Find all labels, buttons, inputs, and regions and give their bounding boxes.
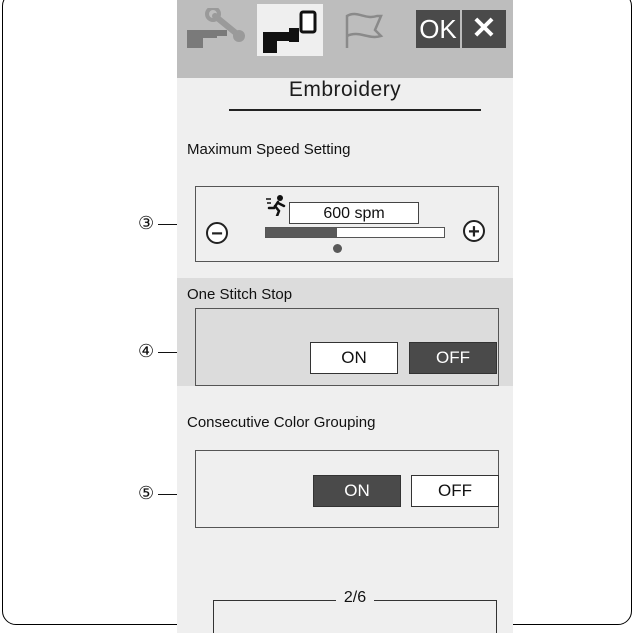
- running-man-icon: [266, 195, 286, 216]
- flag-icon: [345, 12, 384, 48]
- speed-slider-track[interactable]: [265, 227, 445, 238]
- ok-button[interactable]: OK: [416, 10, 460, 48]
- color-grouping-off-button[interactable]: OFF: [411, 475, 499, 507]
- pager-number-wrap: 2/6: [214, 589, 496, 607]
- embroidery-tab[interactable]: [257, 4, 323, 56]
- speed-slider-fill: [266, 228, 338, 237]
- page-indicator: 2/6: [335, 589, 375, 606]
- speed-value-display: 600 spm: [289, 202, 419, 224]
- settings-tab[interactable]: [185, 8, 251, 50]
- speed-slider-knob[interactable]: [332, 244, 342, 253]
- callout-4: ④: [138, 341, 155, 361]
- language-tab[interactable]: [331, 8, 395, 50]
- page-title: Embroidery: [288, 78, 402, 101]
- title-underline: [229, 109, 481, 111]
- lcd-screen: OK ✕ Embroidery Maximum Speed Setting 60…: [177, 0, 513, 633]
- one-stitch-stop-off-button[interactable]: OFF: [409, 342, 497, 374]
- one-stitch-stop-label: One Stitch Stop: [187, 286, 293, 303]
- embroidery-machine-icon: [263, 10, 317, 53]
- pager-box: 2/6: [213, 589, 497, 633]
- callout-3: ③: [138, 213, 155, 233]
- speed-decrease-button[interactable]: −: [206, 222, 228, 244]
- max-speed-label: Maximum Speed Setting: [187, 141, 351, 158]
- color-grouping-label: Consecutive Color Grouping: [187, 414, 376, 431]
- callout-5: ⑤: [138, 483, 155, 503]
- one-stitch-stop-on-button[interactable]: ON: [310, 342, 398, 374]
- color-grouping-on-button[interactable]: ON: [313, 475, 401, 507]
- close-button[interactable]: ✕: [462, 10, 506, 48]
- wrench-machine-icon: [187, 8, 245, 48]
- speed-increase-button[interactable]: +: [463, 220, 485, 242]
